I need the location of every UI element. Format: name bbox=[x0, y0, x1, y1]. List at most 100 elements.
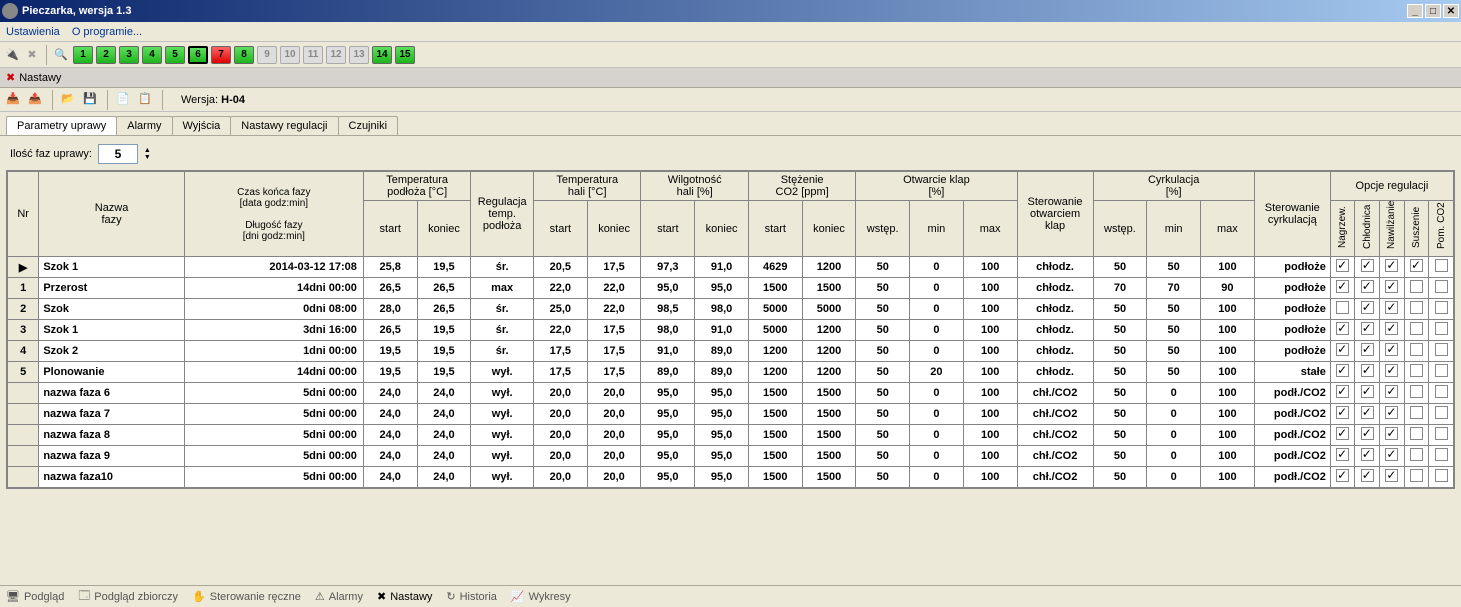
cell[interactable]: 100 bbox=[963, 341, 1017, 362]
cell[interactable]: 50 bbox=[856, 320, 910, 341]
checkbox[interactable] bbox=[1385, 448, 1398, 461]
cell[interactable]: 50 bbox=[1093, 320, 1147, 341]
cell[interactable]: 50 bbox=[1147, 362, 1201, 383]
cell[interactable]: 20 bbox=[910, 362, 964, 383]
cell[interactable]: 2014-03-12 17:08 bbox=[184, 257, 363, 278]
checkbox-cell[interactable] bbox=[1330, 320, 1355, 341]
cell[interactable]: 3 bbox=[8, 320, 39, 341]
cell[interactable]: chłodz. bbox=[1017, 362, 1093, 383]
cell[interactable]: 50 bbox=[1093, 341, 1147, 362]
cell[interactable]: 28,0 bbox=[363, 299, 417, 320]
checkbox-cell[interactable] bbox=[1404, 320, 1429, 341]
checkbox-cell[interactable] bbox=[1355, 383, 1380, 404]
checkbox[interactable] bbox=[1410, 259, 1423, 272]
paste-icon[interactable]: 📋 bbox=[138, 92, 154, 108]
cell[interactable] bbox=[8, 425, 39, 446]
cell[interactable]: nazwa faza 8 bbox=[39, 425, 184, 446]
cell[interactable]: Szok bbox=[39, 299, 184, 320]
cell[interactable]: 1500 bbox=[748, 383, 802, 404]
cell[interactable]: 2 bbox=[8, 299, 39, 320]
cell[interactable]: 95,0 bbox=[641, 467, 695, 488]
checkbox-cell[interactable] bbox=[1404, 404, 1429, 425]
cell[interactable]: 1200 bbox=[802, 362, 856, 383]
checkbox-cell[interactable] bbox=[1330, 341, 1355, 362]
checkbox-cell[interactable] bbox=[1429, 278, 1454, 299]
checkbox[interactable] bbox=[1410, 385, 1423, 398]
cell[interactable]: 91,0 bbox=[695, 320, 749, 341]
cell[interactable]: 0 bbox=[1147, 446, 1201, 467]
cell[interactable]: nazwa faza 9 bbox=[39, 446, 184, 467]
cell[interactable]: Szok 1 bbox=[39, 257, 184, 278]
cell[interactable]: podł./CO2 bbox=[1254, 467, 1330, 488]
cell[interactable]: 100 bbox=[1201, 341, 1255, 362]
checkbox[interactable] bbox=[1385, 259, 1398, 272]
checkbox-cell[interactable] bbox=[1380, 425, 1405, 446]
cell[interactable]: 90 bbox=[1201, 278, 1255, 299]
cell[interactable]: podł./CO2 bbox=[1254, 383, 1330, 404]
cell[interactable]: 50 bbox=[1093, 257, 1147, 278]
cell[interactable]: 0 bbox=[1147, 383, 1201, 404]
cell[interactable]: 0 bbox=[910, 404, 964, 425]
checkbox-cell[interactable] bbox=[1355, 425, 1380, 446]
cell[interactable]: 22,0 bbox=[587, 299, 641, 320]
cell[interactable]: śr. bbox=[471, 299, 534, 320]
cell[interactable]: chłodz. bbox=[1017, 320, 1093, 341]
cell[interactable]: 1200 bbox=[748, 362, 802, 383]
cell[interactable] bbox=[8, 467, 39, 488]
channel-button-8[interactable]: 8 bbox=[234, 46, 254, 64]
checkbox-cell[interactable] bbox=[1355, 341, 1380, 362]
cell[interactable]: chłodz. bbox=[1017, 257, 1093, 278]
cell[interactable]: nazwa faza10 bbox=[39, 467, 184, 488]
cell[interactable]: podł./CO2 bbox=[1254, 425, 1330, 446]
cell[interactable]: 22,0 bbox=[534, 320, 588, 341]
checkbox-cell[interactable] bbox=[1429, 320, 1454, 341]
refresh-icon[interactable]: 🔍 bbox=[53, 47, 69, 63]
cell[interactable]: 100 bbox=[963, 446, 1017, 467]
checkbox-cell[interactable] bbox=[1429, 404, 1454, 425]
tab-0[interactable]: Parametry uprawy bbox=[6, 116, 117, 135]
checkbox-cell[interactable] bbox=[1380, 299, 1405, 320]
cell[interactable]: 17,5 bbox=[587, 257, 641, 278]
checkbox[interactable] bbox=[1435, 301, 1448, 314]
cell[interactable]: 19,5 bbox=[363, 362, 417, 383]
checkbox-cell[interactable] bbox=[1380, 341, 1405, 362]
status-item-3[interactable]: ⚠ Alarmy bbox=[315, 590, 363, 603]
cell[interactable]: 20,0 bbox=[587, 383, 641, 404]
checkbox-cell[interactable] bbox=[1355, 404, 1380, 425]
checkbox-cell[interactable] bbox=[1355, 320, 1380, 341]
cell[interactable]: 24,0 bbox=[363, 383, 417, 404]
cell[interactable]: 20,0 bbox=[587, 425, 641, 446]
checkbox-cell[interactable] bbox=[1404, 425, 1429, 446]
cell[interactable]: chł./CO2 bbox=[1017, 467, 1093, 488]
cell[interactable]: 4629 bbox=[748, 257, 802, 278]
checkbox-cell[interactable] bbox=[1429, 383, 1454, 404]
cell[interactable]: 17,5 bbox=[534, 341, 588, 362]
cell[interactable]: 20,0 bbox=[534, 404, 588, 425]
cell[interactable]: 19,5 bbox=[417, 257, 471, 278]
cell[interactable]: wył. bbox=[471, 383, 534, 404]
cell[interactable]: 24,0 bbox=[417, 383, 471, 404]
cell[interactable]: 1500 bbox=[802, 383, 856, 404]
cell[interactable]: podłoże bbox=[1254, 257, 1330, 278]
cell[interactable]: 50 bbox=[1093, 362, 1147, 383]
cell[interactable]: 20,0 bbox=[534, 446, 588, 467]
checkbox[interactable] bbox=[1385, 406, 1398, 419]
cell[interactable]: 95,0 bbox=[641, 383, 695, 404]
cell[interactable]: 25,0 bbox=[534, 299, 588, 320]
cell[interactable]: 100 bbox=[1201, 404, 1255, 425]
cell[interactable]: 19,5 bbox=[417, 320, 471, 341]
checkbox[interactable] bbox=[1361, 364, 1374, 377]
spinner-icon[interactable]: ▲▼ bbox=[144, 147, 151, 161]
cell[interactable]: 50 bbox=[856, 446, 910, 467]
cell[interactable]: 1500 bbox=[748, 425, 802, 446]
cell[interactable]: 100 bbox=[963, 320, 1017, 341]
cell[interactable]: 100 bbox=[1201, 299, 1255, 320]
checkbox-cell[interactable] bbox=[1355, 278, 1380, 299]
cell[interactable]: 1500 bbox=[802, 446, 856, 467]
cell[interactable]: 100 bbox=[963, 278, 1017, 299]
checkbox-cell[interactable] bbox=[1330, 362, 1355, 383]
cell[interactable]: 5dni 00:00 bbox=[184, 425, 363, 446]
cell[interactable]: 20,0 bbox=[587, 446, 641, 467]
cell[interactable]: chł./CO2 bbox=[1017, 446, 1093, 467]
cell[interactable]: 95,0 bbox=[641, 404, 695, 425]
